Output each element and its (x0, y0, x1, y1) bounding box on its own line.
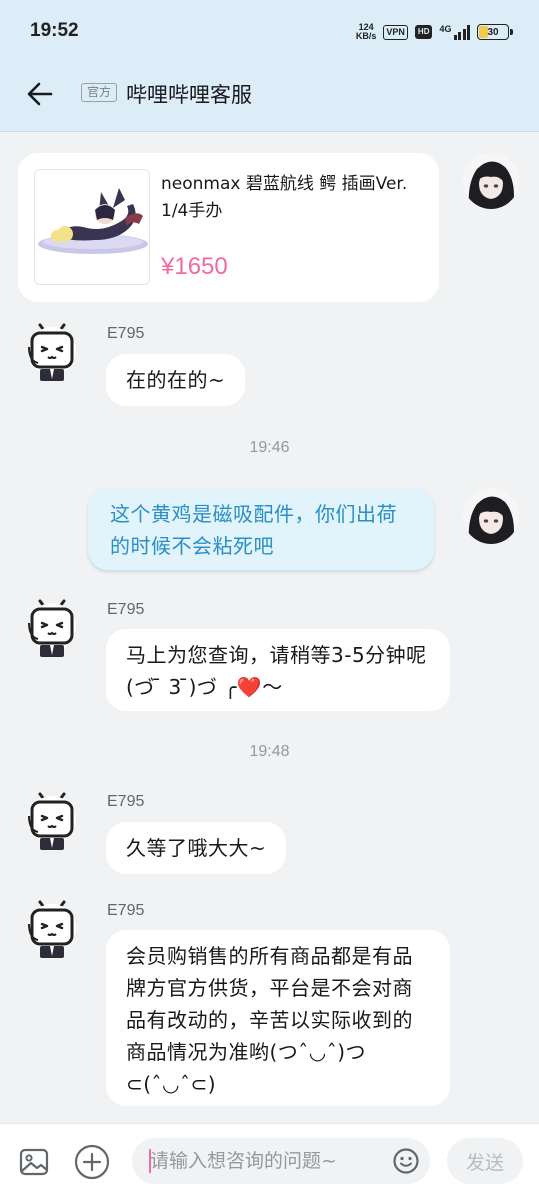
product-name: neonmax 碧蓝航线 鳄 插画Ver. 1/4手办 (161, 174, 408, 221)
image-icon (19, 1148, 49, 1176)
user-avatar-image (463, 488, 519, 544)
top-area: 19:52 124 KB/s VPN HD 4G 30 官方 哔哩哔哩客服 (0, 0, 539, 132)
page-title: 哔哩哔哩客服 (126, 83, 252, 107)
product-image (34, 169, 150, 285)
agent-avatar[interactable] (24, 597, 80, 659)
agent-message[interactable]: 久等了哦大大~ (106, 822, 287, 874)
tv-mascot-icon (28, 599, 76, 657)
figure-illustration (38, 188, 148, 254)
agent-avatar[interactable] (24, 898, 80, 960)
user-avatar[interactable] (463, 153, 519, 209)
sender-name: E795 (107, 601, 145, 618)
back-arrow-icon (27, 82, 53, 106)
vpn-icon: VPN (383, 24, 408, 40)
product-card[interactable]: neonmax 碧蓝航线 鳄 插画Ver. 1/4手办 ¥1650 (18, 153, 439, 302)
time-divider: 19:48 (249, 743, 290, 760)
chat-area[interactable]: neonmax 碧蓝航线 鳄 插画Ver. 1/4手办 ¥1650 E795 在… (0, 133, 539, 1123)
sender-name: E795 (107, 793, 145, 810)
agent-avatar[interactable] (24, 321, 80, 383)
input-bar: 发送 (0, 1123, 539, 1198)
agent-avatar[interactable] (24, 790, 80, 852)
status-time: 19:52 (30, 20, 79, 41)
emoji-button[interactable] (386, 1141, 426, 1181)
tv-mascot-icon (28, 792, 76, 850)
back-button[interactable] (22, 76, 58, 112)
status-icons: 124 KB/s VPN HD 4G 30 (355, 20, 513, 44)
tv-mascot-icon (28, 900, 76, 958)
plus-circle-icon (74, 1144, 110, 1180)
send-button[interactable]: 发送 (447, 1138, 523, 1184)
product-price: ¥1650 (161, 253, 228, 280)
sender-name: E795 (107, 902, 145, 919)
net-speed: 124 KB/s (355, 22, 377, 41)
user-avatar-image (463, 153, 519, 209)
user-avatar[interactable] (463, 488, 519, 544)
add-button[interactable] (72, 1142, 112, 1182)
agent-message[interactable]: 在的在的~ (106, 354, 246, 406)
text-caret (149, 1149, 151, 1173)
network-type: 4G (439, 24, 470, 40)
battery-icon: 30 (477, 24, 513, 40)
official-badge: 官方 (81, 83, 118, 102)
user-message[interactable]: 这个黄鸡是磁吸配件，你们出荷的时候不会粘死吧 (88, 488, 434, 570)
emoji-icon (393, 1148, 419, 1174)
agent-message[interactable]: 马上为您查询，请稍等3-5分钟呢(づ ̄ 3 ̄)づ ╭❤️～ (106, 629, 450, 711)
tv-mascot-icon (28, 323, 76, 381)
sender-name: E795 (107, 325, 145, 342)
agent-message[interactable]: 会员购销售的所有商品都是有品牌方官方供货，平台是不会对商品有改动的，辛苦以实际收… (106, 930, 450, 1106)
signal-icon (453, 24, 470, 40)
image-button[interactable] (14, 1142, 54, 1182)
chat-header: 官方 哔哩哔哩客服 (0, 62, 539, 124)
status-bar: 19:52 124 KB/s VPN HD 4G 30 (0, 0, 539, 62)
time-divider: 19:46 (249, 439, 290, 456)
hd-icon: HD (414, 25, 433, 39)
